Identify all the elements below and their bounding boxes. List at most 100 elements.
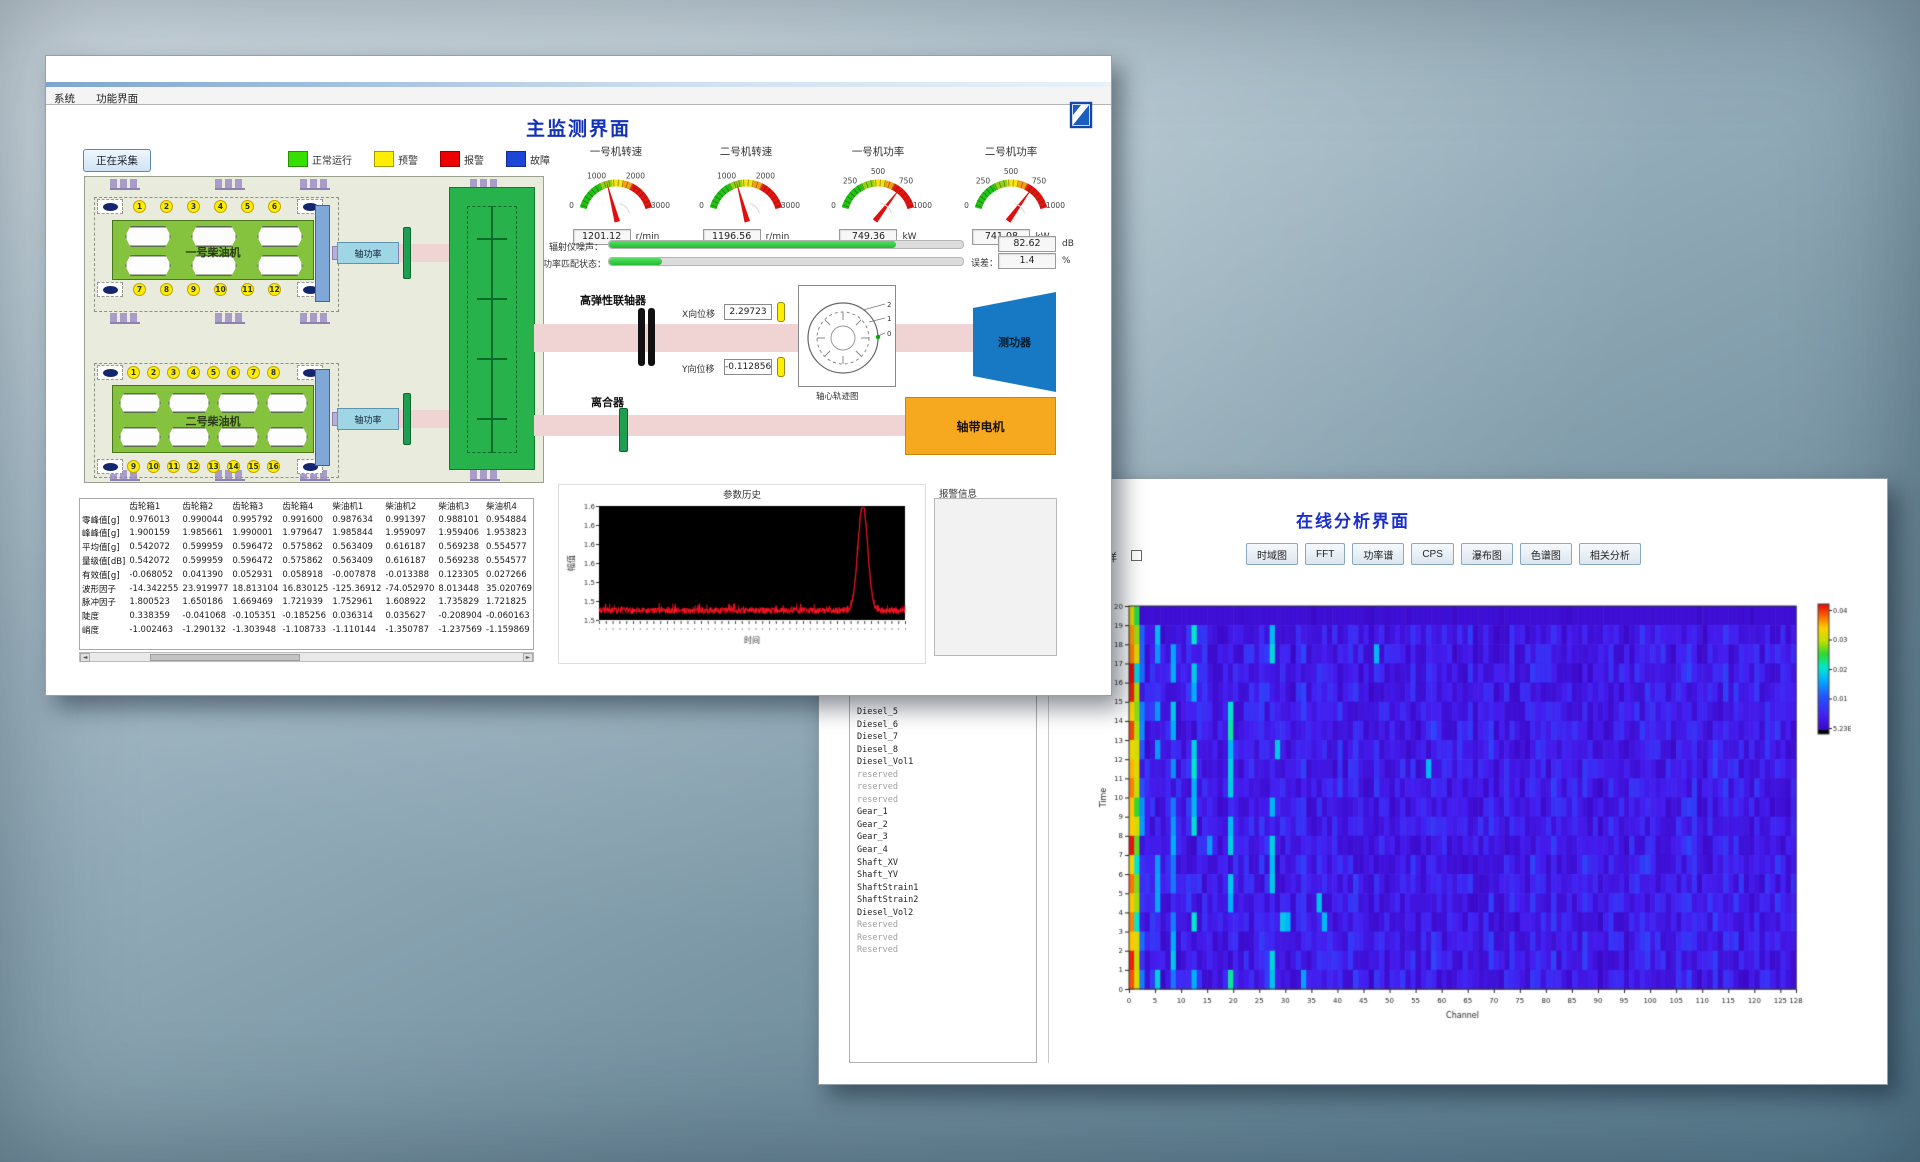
- channel-item[interactable]: reserved: [850, 794, 1036, 807]
- analysis-button-1[interactable]: 时域图: [1246, 543, 1298, 565]
- svg-text:1000: 1000: [1046, 201, 1065, 210]
- cylinder-number: 7: [133, 283, 146, 296]
- svg-text:0: 0: [887, 330, 891, 338]
- table-cell: 0.596472: [230, 554, 280, 568]
- cylinder-number: 5: [207, 366, 220, 379]
- cylinder-row: 12345678: [127, 366, 280, 379]
- coupling-label: 高弹性联轴器: [580, 292, 646, 308]
- table-cell: -125.36912: [330, 582, 383, 596]
- channel-item[interactable]: Reserved: [850, 919, 1036, 932]
- acquiring-button[interactable]: 正在采集: [83, 149, 151, 172]
- table-cell: 18.813104: [230, 582, 280, 596]
- row-label: 平均值[g]: [80, 540, 127, 554]
- legend-item: 正常运行: [288, 151, 352, 167]
- table-cell: 1.800523: [127, 596, 180, 610]
- error-value: 1.4: [998, 253, 1056, 269]
- table-cell: 1.985661: [180, 527, 230, 541]
- channel-item[interactable]: Shaft_XV: [850, 857, 1036, 870]
- channel-item[interactable]: Gear_1: [850, 806, 1036, 819]
- gearbox-mount: [470, 470, 500, 481]
- table-cell: 0.599959: [180, 540, 230, 554]
- alarm-list[interactable]: [934, 498, 1057, 656]
- channel-item[interactable]: Reserved: [850, 932, 1036, 945]
- analysis-button-4[interactable]: CPS: [1411, 543, 1454, 565]
- channel-item[interactable]: Shaft_YV: [850, 869, 1036, 882]
- cylinder-number: 12: [187, 460, 200, 473]
- cylinder-number: 16: [267, 460, 280, 473]
- engine-mount: [215, 179, 245, 190]
- table-cell: 1.721825: [484, 596, 534, 610]
- orbit-diagram: 2 1 0: [798, 285, 896, 387]
- scroll-left-icon[interactable]: ◄: [80, 653, 90, 662]
- scroll-right-icon[interactable]: ►: [523, 653, 533, 662]
- legend-swatch: [374, 151, 394, 167]
- channel-item[interactable]: Diesel_7: [850, 731, 1036, 744]
- channel-item[interactable]: Diesel_6: [850, 719, 1036, 732]
- row-label: 峰峰值[g]: [80, 527, 127, 541]
- table-row: 有效值[g]-0.0680520.0413900.0529310.058918-…: [80, 568, 534, 582]
- menu-item-system[interactable]: 系统: [46, 90, 83, 107]
- x-disp-label: X向位移: [682, 307, 715, 320]
- channel-item[interactable]: Diesel_8: [850, 744, 1036, 757]
- table-cell: -14.342255: [127, 582, 180, 596]
- table-scrollbar[interactable]: ◄ ►: [79, 652, 534, 662]
- cylinder-number: 3: [167, 366, 180, 379]
- channel-item[interactable]: Diesel_Vol1: [850, 756, 1036, 769]
- cylinder-number: 10: [147, 460, 160, 473]
- measurement-table[interactable]: 齿轮箱1齿轮箱2齿轮箱3齿轮箱4柴油机1柴油机2柴油机3柴油机4零峰值[g]0.…: [79, 498, 534, 650]
- channel-item[interactable]: Reserved: [850, 944, 1036, 957]
- channel-item[interactable]: Diesel_Vol2: [850, 907, 1036, 920]
- channel-item[interactable]: Diesel_5: [850, 706, 1036, 719]
- legend-label: 报警: [464, 152, 484, 167]
- cylinder-number: 14: [227, 460, 240, 473]
- cylinder-number: 10: [214, 283, 227, 296]
- cylinder-number: 8: [267, 366, 280, 379]
- table-cell: -0.007878: [330, 568, 383, 582]
- svg-text:0: 0: [964, 201, 969, 210]
- engine-mount: [110, 313, 140, 324]
- x-disp-indicator: [777, 302, 785, 322]
- cylinder-number: 2: [160, 200, 173, 213]
- engine2-body: 二号柴油机: [112, 385, 314, 453]
- analysis-button-2[interactable]: FFT: [1305, 543, 1345, 565]
- svg-text:3000: 3000: [781, 201, 800, 210]
- cylinder-number: 3: [187, 200, 200, 213]
- svg-text:1000: 1000: [717, 171, 736, 180]
- table-header: 齿轮箱3: [230, 499, 280, 513]
- channel-item[interactable]: reserved: [850, 769, 1036, 782]
- analysis-button-6[interactable]: 色谱图: [1520, 543, 1572, 565]
- svg-text:750: 750: [899, 177, 914, 186]
- menu-item-function[interactable]: 功能界面: [88, 90, 146, 107]
- table-cell: 0.036314: [330, 609, 383, 623]
- channel-item[interactable]: Gear_3: [850, 831, 1036, 844]
- table-cell: 0.575862: [280, 554, 330, 568]
- coupling-bar: [403, 393, 411, 445]
- channel-item[interactable]: Gear_2: [850, 819, 1036, 832]
- engine-mount: [215, 313, 245, 324]
- error-label: 误差：: [971, 256, 998, 269]
- analysis-button-3[interactable]: 功率谱: [1352, 543, 1404, 565]
- table-cell: 0.338359: [127, 609, 180, 623]
- engine-mount: [300, 179, 330, 190]
- cylinder-number: 7: [247, 366, 260, 379]
- scrollbar-thumb[interactable]: [150, 654, 300, 661]
- channel-item[interactable]: Gear_4: [850, 844, 1036, 857]
- table-header: 齿轮箱4: [280, 499, 330, 513]
- legend-item: 预警: [374, 151, 418, 167]
- sample-checkbox[interactable]: [1131, 550, 1142, 561]
- engine-mount: [110, 179, 140, 190]
- cylinder-number: 6: [268, 200, 281, 213]
- svg-text:750: 750: [1032, 177, 1047, 186]
- analysis-button-7[interactable]: 相关分析: [1579, 543, 1641, 565]
- table-cell: 0.987634: [330, 513, 383, 527]
- cylinder-number: 2: [147, 366, 160, 379]
- desktop: { "window1": { "menu_items": ["系统", "功能界…: [0, 0, 1920, 1162]
- channel-item[interactable]: ShaftStrain1: [850, 882, 1036, 895]
- table-row: 峰峰值[g]1.9001591.9856611.9900011.9796471.…: [80, 527, 534, 541]
- legend-swatch: [506, 151, 526, 167]
- spectrogram-heatmap: [1089, 594, 1851, 1034]
- error-unit: %: [1062, 256, 1071, 266]
- analysis-button-5[interactable]: 瀑布图: [1461, 543, 1513, 565]
- channel-item[interactable]: ShaftStrain2: [850, 894, 1036, 907]
- channel-item[interactable]: reserved: [850, 781, 1036, 794]
